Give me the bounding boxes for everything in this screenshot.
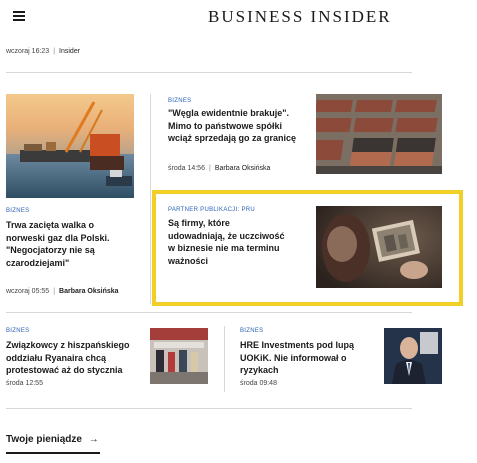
section-underline (6, 452, 100, 454)
meta-separator: | (53, 288, 56, 295)
article-author[interactable]: Barbara Oksińska (215, 165, 271, 172)
headline-line: "Węgla ewidentnie brakuje". (168, 108, 290, 118)
headline-line: w biznesie nie ma terminu (168, 243, 280, 253)
coal-train-photo[interactable] (316, 94, 442, 174)
vintage-photo-in-hand[interactable] (316, 206, 442, 288)
headline-line: Trwa zacięta walka o (6, 220, 95, 230)
headline-line: Mimo to państwowe spółki (168, 120, 283, 131)
article-meta: środa 09:48 (240, 380, 277, 387)
article-time: wczoraj 05:55 (6, 288, 50, 295)
brand-logo[interactable]: BUSINESS INSIDER (208, 7, 392, 27)
hamburger-icon[interactable] (13, 11, 25, 21)
article-headline[interactable]: Związkowcy z hiszpańskiego oddziału Ryan… (6, 339, 146, 377)
partner-tag[interactable]: PARTNER PUBLIKACJI: PRU (168, 207, 255, 213)
article-tag[interactable]: BIZNES (6, 328, 29, 334)
divider (6, 312, 412, 313)
article-author[interactable]: Barbara Oksińska (59, 288, 119, 295)
article-tag[interactable]: BIZNES (240, 328, 263, 334)
headline-line: czarodziejami" (6, 257, 70, 268)
divider (6, 408, 412, 409)
article-meta: środa 14:56 | Barbara Oksińska (168, 165, 270, 172)
column-divider (224, 326, 225, 392)
article-time: środa 09:48 (240, 380, 277, 387)
headline-line: UOKiK. Nie informował o (240, 352, 347, 363)
offshore-construction-image (6, 94, 134, 198)
top-bar: BUSINESS INSIDER (0, 0, 477, 38)
article-headline[interactable]: Są firmy, które udowadniają, że uczciwoś… (168, 217, 308, 267)
portrait-image (384, 328, 442, 384)
coal-train-image (316, 94, 442, 174)
article-meta: środa 12:55 (6, 380, 43, 387)
article-headline[interactable]: "Węgla ewidentnie brakuje". Mimo to pańs… (168, 107, 308, 145)
headline-line: HRE Investments pod lupą (240, 340, 355, 350)
section-title: Twoje pieniądze (6, 434, 82, 445)
headline-line: ważności (168, 255, 209, 266)
article-meta: wczoraj 05:55 | Barbara Oksińska (6, 288, 119, 295)
headline-line: Związkowcy z hiszpańskiego (6, 340, 130, 350)
article-author[interactable]: Insider (59, 48, 80, 55)
article-tag[interactable]: BIZNES (6, 208, 29, 214)
arrow-right-icon: → (88, 434, 99, 445)
vintage-photo-image (316, 206, 442, 288)
article-headline[interactable]: Trwa zacięta walka o norweski gaz dla Po… (6, 219, 146, 269)
airport-queue-photo[interactable] (150, 328, 208, 384)
headline-line: Są firmy, które (168, 218, 230, 228)
headline-line: norweski gaz dla Polski. (6, 232, 110, 243)
airport-queue-image (150, 328, 208, 384)
headline-line: "Negocjatorzy nie są (6, 245, 95, 255)
article-time: środa 12:55 (6, 380, 43, 387)
meta-separator: | (208, 165, 211, 172)
article-time: wczoraj 16:23 (6, 48, 50, 55)
headline-line: wciąż sprzedają go za granicę (168, 133, 297, 143)
meta-separator: | (53, 48, 56, 55)
headline-line: ryzykach (240, 365, 279, 375)
article-tag[interactable]: BIZNES (168, 98, 191, 104)
article-time: środa 14:56 (168, 165, 205, 172)
headline-line: protestować aż do stycznia (6, 365, 123, 375)
headline-line: oddziału Ryanaira chcą (6, 352, 107, 363)
divider (6, 72, 412, 73)
headline-line: udowadniają, że uczciwość (168, 230, 285, 241)
section-link-twoje-pieniadze[interactable]: Twoje pieniądze → (6, 434, 99, 445)
column-divider (150, 94, 151, 304)
uokik-official-portrait[interactable] (384, 328, 442, 384)
top-article-meta: wczoraj 16:23 | Insider (6, 48, 80, 55)
article-headline[interactable]: HRE Investments pod lupą UOKiK. Nie info… (240, 339, 380, 377)
offshore-construction-photo[interactable] (6, 94, 134, 198)
